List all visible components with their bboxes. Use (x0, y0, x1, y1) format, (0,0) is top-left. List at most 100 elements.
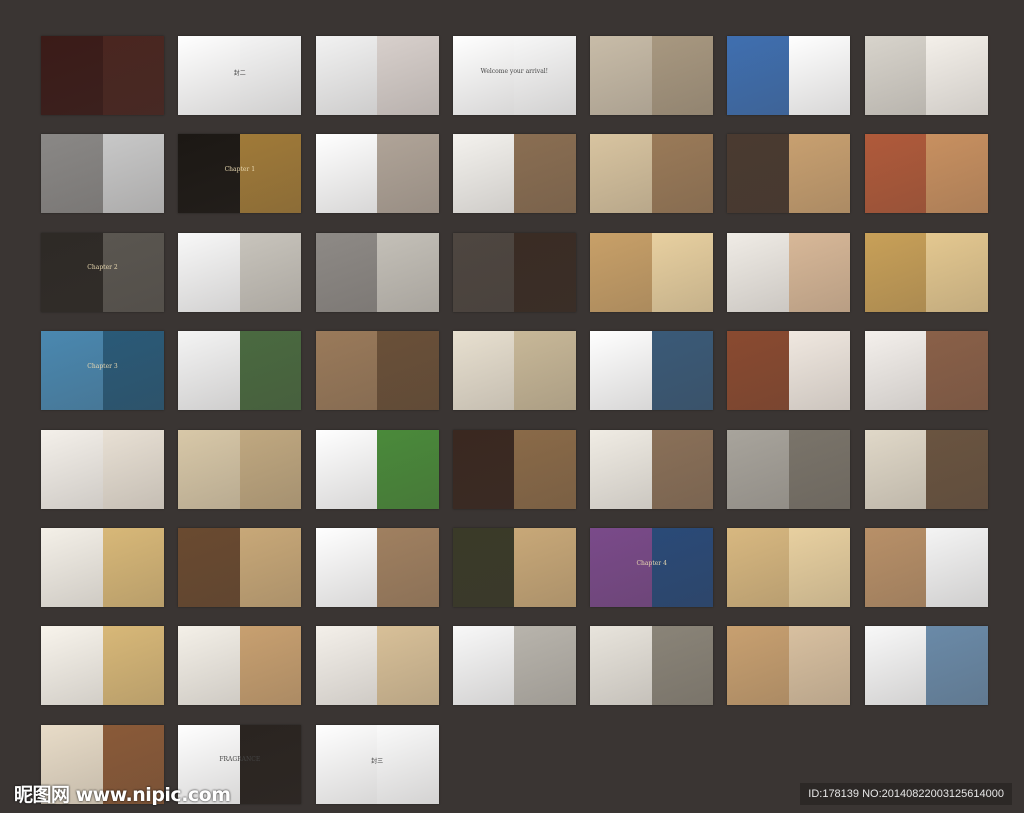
brochure-page-thumbnail (590, 331, 714, 411)
left-page (315, 626, 378, 706)
left-page (315, 134, 378, 214)
left-page (864, 36, 927, 115)
left-page (727, 429, 789, 509)
right-page (514, 36, 576, 115)
left-page (590, 331, 652, 411)
right-page (377, 36, 439, 115)
left-page (41, 626, 103, 706)
brochure-page-thumbnail (178, 626, 302, 706)
page-caption: Welcome your arrival! (480, 67, 549, 75)
left-page (315, 232, 378, 312)
brochure-page-thumbnail (452, 331, 576, 411)
thumbnail-grid: 封二 Welcome your arrival! Chapter 1 Chapter … (41, 36, 988, 804)
left-page (452, 626, 515, 706)
right-page (514, 429, 576, 509)
brochure-page-thumbnail: 封三 (315, 724, 439, 804)
brochure-page-thumbnail (864, 134, 988, 214)
right-page (102, 331, 164, 411)
right-page (788, 36, 851, 115)
brochure-page-thumbnail (315, 429, 439, 509)
left-page (864, 429, 927, 509)
left-page (41, 429, 103, 509)
right-page (514, 527, 576, 607)
brochure-page-thumbnail (452, 134, 576, 214)
right-page (651, 626, 714, 706)
brochure-page-thumbnail (41, 429, 164, 509)
left-page (727, 331, 789, 411)
brochure-page-thumbnail (727, 232, 851, 312)
left-page (41, 134, 103, 214)
right-page (102, 232, 164, 312)
left-page (590, 36, 652, 115)
left-page (452, 36, 515, 115)
right-page (102, 134, 164, 214)
right-page (239, 331, 302, 411)
brochure-page-thumbnail (41, 626, 164, 706)
left-page (727, 36, 789, 115)
brochure-page-thumbnail (727, 626, 851, 706)
brochure-page-thumbnail (315, 134, 439, 214)
brochure-page-thumbnail (178, 331, 302, 411)
brochure-page-thumbnail (452, 527, 576, 607)
right-page (239, 429, 302, 509)
left-page (178, 429, 240, 509)
right-page (788, 232, 851, 312)
left-page (452, 429, 515, 509)
right-page (102, 527, 164, 607)
right-page (239, 134, 302, 214)
brochure-page-thumbnail: Welcome your arrival! (452, 36, 576, 115)
right-page (926, 527, 988, 607)
left-page (590, 527, 652, 607)
brochure-page-thumbnail (727, 134, 851, 214)
right-page (788, 527, 851, 607)
right-page (377, 331, 439, 411)
left-page (452, 134, 515, 214)
right-page (651, 527, 714, 607)
watermark-logo: 昵图网 www.nipic.com (14, 784, 231, 806)
left-page (315, 36, 378, 115)
left-page (590, 232, 652, 312)
left-page (727, 626, 789, 706)
page-caption: Chapter 4 (636, 559, 667, 567)
right-page (377, 626, 439, 706)
left-page (178, 232, 240, 312)
left-page (590, 626, 652, 706)
brochure-page-thumbnail (727, 527, 851, 607)
left-page (315, 429, 378, 509)
brochure-page-thumbnail (727, 429, 851, 509)
left-page (178, 134, 240, 214)
page-caption: Chapter 3 (87, 362, 118, 370)
right-page (377, 134, 439, 214)
left-page (727, 134, 789, 214)
brochure-page-thumbnail (864, 527, 988, 607)
left-page (864, 527, 927, 607)
brochure-page-thumbnail: Chapter 3 (41, 331, 164, 411)
right-page (514, 134, 576, 214)
right-page (788, 626, 851, 706)
brochure-page-thumbnail (178, 232, 302, 312)
right-page (788, 331, 851, 411)
left-page (315, 331, 378, 411)
right-page (926, 232, 988, 312)
brochure-page-thumbnail (864, 232, 988, 312)
left-page (864, 626, 927, 706)
right-page (651, 36, 714, 115)
left-page (41, 331, 103, 411)
page-caption: Chapter 2 (87, 264, 118, 272)
right-page (239, 724, 302, 804)
brochure-page-thumbnail: Chapter 4 (590, 527, 714, 607)
right-page (651, 134, 714, 214)
brochure-page-thumbnail (727, 331, 851, 411)
page-caption: FRAGRANCE (219, 756, 261, 764)
brochure-page-thumbnail (315, 331, 439, 411)
brochure-page-thumbnail (315, 626, 439, 706)
left-page (452, 527, 515, 607)
brochure-page-thumbnail (864, 626, 988, 706)
brochure-page-thumbnail (590, 626, 714, 706)
left-page (864, 134, 927, 214)
right-page (377, 429, 439, 509)
right-page (102, 36, 164, 115)
left-page (864, 232, 927, 312)
right-page (102, 626, 164, 706)
brochure-page-thumbnail (590, 134, 714, 214)
